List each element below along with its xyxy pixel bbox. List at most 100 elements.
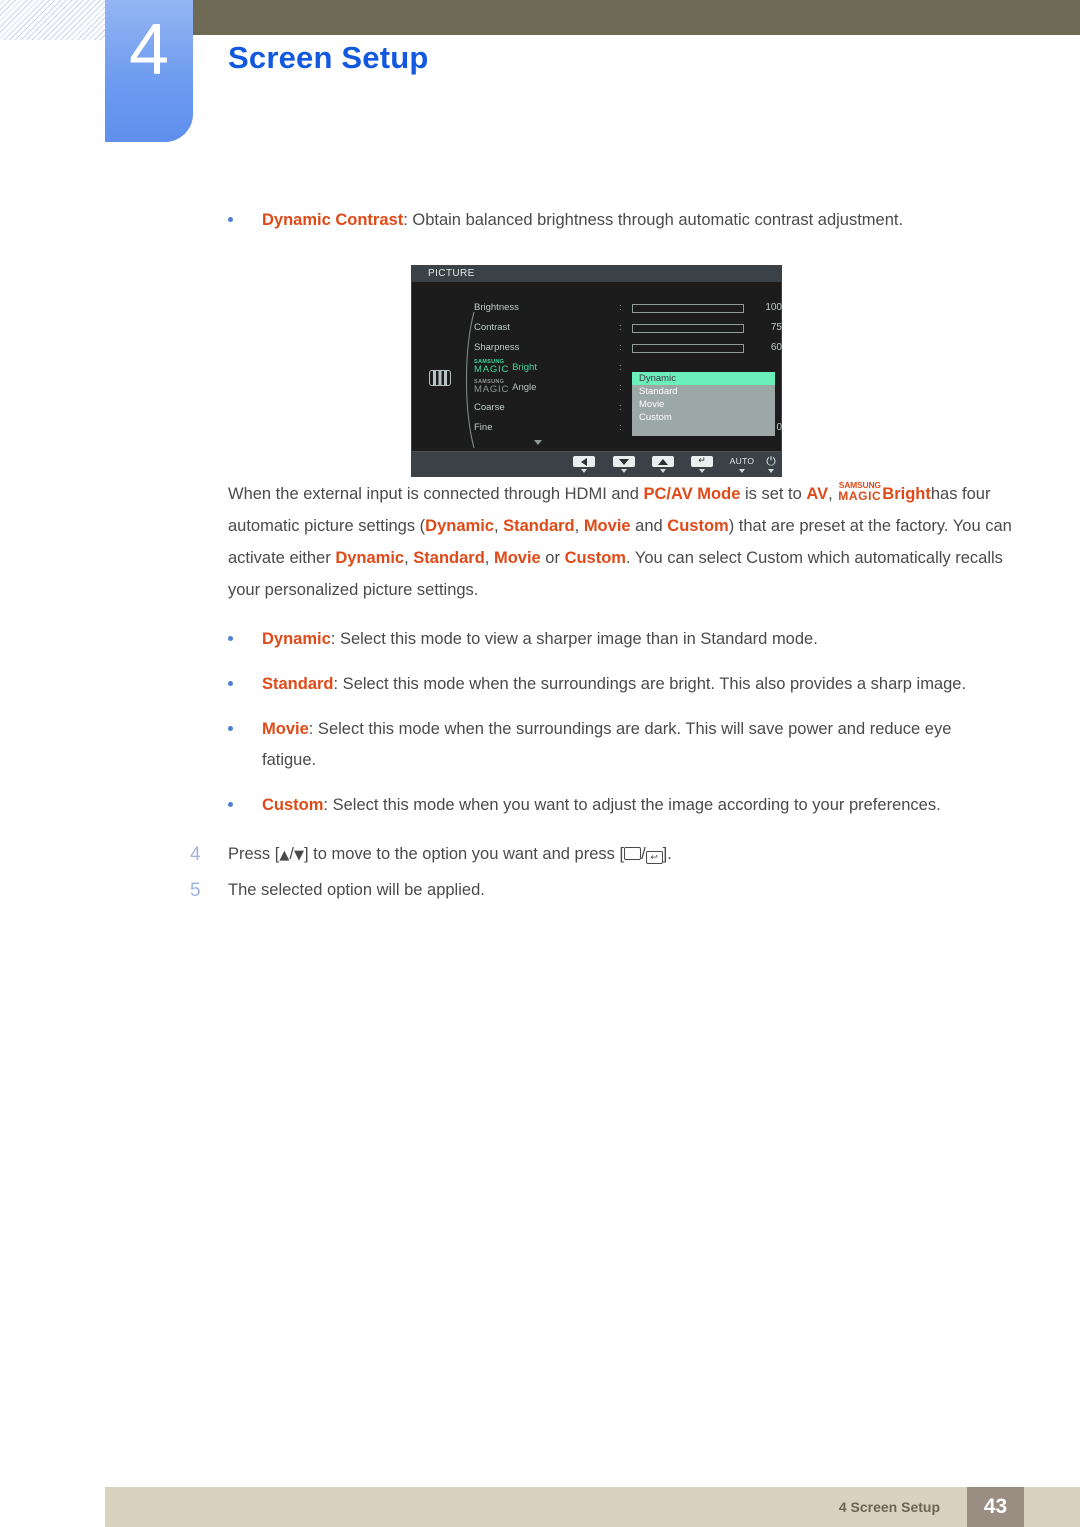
para-sep-1: , [493, 517, 504, 535]
bullet-standard: Standard: Select this mode when the surr… [0, 669, 1080, 700]
keyword-pcav-mode: PC/AV Mode [643, 485, 741, 503]
up-arrow-icon [652, 456, 674, 467]
header-olive-bar [193, 0, 1080, 35]
step-text-c: ]. [662, 845, 672, 863]
sub-caret-icon [581, 469, 587, 473]
bullet-text: : Select this mode when you want to adju… [323, 796, 941, 814]
bullet-term: Dynamic Contrast [262, 211, 404, 229]
osd-down-button[interactable] [610, 456, 638, 473]
osd-colon: : [619, 382, 622, 393]
osd-enter-button[interactable]: ↵ [688, 456, 716, 473]
osd-colon: : [619, 402, 622, 413]
sub-caret-icon [621, 469, 627, 473]
step-number: 5 [190, 880, 201, 901]
enter-key-icon: ↩ [645, 851, 663, 864]
osd-button-bar: ↵ AUTO ⏻ [412, 451, 781, 476]
para-sep-4: , [484, 549, 494, 567]
keyword-movie-1: Movie [583, 517, 631, 535]
dropdown-padding [632, 424, 775, 436]
bullet-text: : Select this mode when the surroundings… [262, 720, 952, 769]
power-icon: ⏻ [766, 454, 776, 468]
dropdown-item-custom[interactable]: Custom [632, 411, 775, 424]
keyword-bright: Bright [882, 485, 931, 503]
osd-colon: : [619, 322, 622, 333]
decorative-hatch-pattern [0, 0, 105, 40]
osd-row-contrast[interactable]: Contrast : 75 [474, 318, 783, 338]
osd-label: Coarse [474, 402, 505, 413]
scroll-down-caret-icon [534, 440, 542, 445]
keyword-custom-2: Custom [564, 549, 626, 567]
chapter-number: 4 [128, 10, 170, 90]
osd-label: Contrast [474, 322, 510, 333]
osd-title: PICTURE [412, 266, 781, 282]
dropdown-item-dynamic[interactable]: Dynamic [632, 372, 775, 385]
osd-row-sharpness[interactable]: Sharpness : 60 [474, 338, 783, 358]
step-number: 4 [190, 844, 201, 865]
bullet-term: Custom [262, 796, 324, 814]
samsung-magic-lockup: SAMSUNG MAGIC [838, 481, 882, 503]
osd-power-button[interactable]: ⏻ [760, 454, 782, 473]
contrast-slider[interactable] [632, 323, 744, 333]
enter-arrow-icon: ↵ [691, 456, 713, 467]
osd-label: Sharpness [474, 342, 520, 353]
keyword-custom-1: Custom [667, 517, 729, 535]
page-footer: 4 Screen Setup 43 [105, 1487, 1080, 1527]
bullet-movie: Movie: Select this mode when the surroun… [0, 714, 1080, 776]
brightness-slider[interactable] [632, 303, 744, 313]
sharpness-slider[interactable] [632, 343, 744, 353]
bullet-dynamic: Dynamic: Select this mode to view a shar… [0, 624, 1080, 655]
osd-rows: Brightness : 100 Contrast : 75 Sharpness… [474, 298, 783, 438]
bullet-dot-icon [228, 802, 233, 807]
step-text-a: Press [ [228, 845, 280, 863]
para-text-3: , [828, 485, 838, 503]
magicangle-word: Angle [512, 382, 537, 393]
keyword-standard-2: Standard [413, 549, 485, 567]
para-sep-3: , [404, 549, 414, 567]
keyword-dynamic-1: Dynamic [425, 517, 494, 535]
osd-left-button[interactable] [570, 456, 598, 473]
auto-label: AUTO [729, 456, 755, 466]
sub-caret-icon [768, 469, 774, 473]
osd-colon: : [619, 422, 622, 433]
body-paragraph: When the external input is connected thr… [0, 478, 1080, 606]
osd-label: Fine [474, 422, 493, 433]
dropdown-item-movie[interactable]: Movie [632, 398, 775, 411]
para-text-1: When the external input is connected thr… [228, 485, 644, 503]
numbered-steps: 4 Press [▲ / ▼] to move to the option you w… [0, 837, 1080, 908]
menu-key-icon [624, 847, 642, 860]
magic-label: MAGIC [838, 489, 882, 503]
down-arrow-icon [613, 456, 635, 467]
bullet-term: Standard [262, 675, 334, 693]
dropdown-item-standard[interactable]: Standard [632, 385, 775, 398]
bullet-dynamic-contrast: Dynamic Contrast: Obtain balanced bright… [0, 205, 1080, 236]
sub-caret-icon [699, 469, 705, 473]
bullet-term: Dynamic [262, 630, 331, 648]
bullet-dot-icon [228, 217, 233, 222]
page-number-badge: 43 [967, 1487, 1024, 1527]
osd-value: 75 [770, 322, 782, 333]
step-4: 4 Press [▲ / ▼] to move to the option you w… [0, 837, 1080, 873]
magicbright-dropdown[interactable]: Dynamic Standard Movie Custom [632, 372, 775, 436]
step-text-b: ] to move to the option you want and pre… [303, 845, 625, 863]
bullet-text: : Select this mode when the surroundings… [333, 675, 967, 693]
magic-label: MAGIC [474, 364, 510, 376]
picture-bars-icon [429, 370, 451, 386]
bullet-text: : Select this mode to view a sharper ima… [330, 630, 818, 648]
chapter-tab: 4 [105, 0, 193, 142]
bullet-text: : Obtain balanced brightness through aut… [403, 211, 904, 229]
footer-label: 4 Screen Setup [838, 1499, 940, 1515]
para-or: or [540, 549, 565, 567]
keyword-standard-1: Standard [503, 517, 575, 535]
arrow-up-icon: ▲ [279, 848, 290, 863]
osd-label: SAMSUNG MAGIC Angle [474, 378, 536, 398]
samsung-magic-lockup: SAMSUNG MAGIC [474, 379, 509, 395]
left-arrow-icon [573, 456, 595, 467]
osd-up-button[interactable] [649, 456, 677, 473]
para-text-2: is set to [740, 485, 807, 503]
osd-menu: PICTURE Brightness : 100 Contrast : 75 S… [411, 265, 782, 477]
osd-auto-button[interactable]: AUTO [720, 456, 764, 473]
magicbright-word: Bright [512, 362, 537, 373]
arrow-down-icon: ▼ [293, 848, 304, 863]
magic-label: MAGIC [474, 384, 510, 396]
osd-row-brightness[interactable]: Brightness : 100 [474, 298, 783, 318]
